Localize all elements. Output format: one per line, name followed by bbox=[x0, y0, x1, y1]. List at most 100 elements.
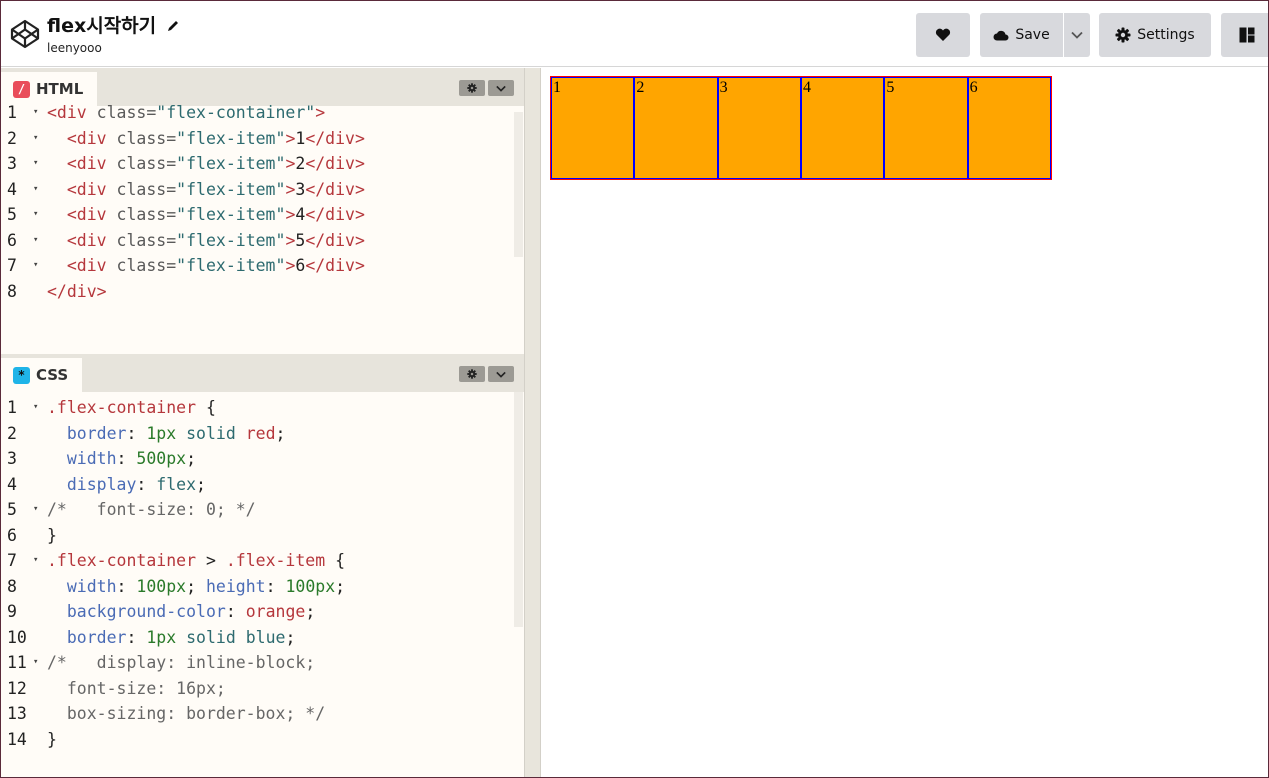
code-token: .flex-item bbox=[225, 551, 326, 570]
fold-arrow-icon[interactable]: ▾ bbox=[33, 202, 38, 228]
code-line[interactable]: 2 border: 1px solid red; bbox=[1, 421, 511, 447]
line-number: 6 bbox=[7, 525, 17, 545]
line-number: 12 bbox=[7, 678, 27, 698]
flex-item: 2 bbox=[634, 77, 718, 179]
code-line[interactable]: 4 ▾ <div class="flex-item">3</div> bbox=[1, 177, 511, 203]
line-number: 2 bbox=[7, 128, 17, 148]
line-number: 3 bbox=[7, 449, 17, 468]
code-token: "flex-container" bbox=[156, 103, 316, 122]
code-token: 1 bbox=[295, 128, 306, 148]
chevron-down-icon bbox=[496, 371, 506, 378]
code-line[interactable]: 10 border: 1px solid blue; bbox=[1, 625, 511, 651]
line-number: 1 bbox=[7, 103, 17, 122]
settings-label: Settings bbox=[1137, 27, 1195, 43]
code-text: <div class="flex-item">5</div> bbox=[47, 228, 365, 254]
editor-resize-handle[interactable] bbox=[524, 68, 541, 777]
code-line[interactable]: 14} bbox=[1, 727, 511, 753]
code-text: font-size: 16px; bbox=[47, 676, 226, 702]
css-asterisk-icon: * bbox=[13, 366, 30, 384]
save-button[interactable]: Save bbox=[980, 13, 1063, 57]
save-label: Save bbox=[1015, 27, 1050, 43]
code-token: > bbox=[285, 179, 296, 199]
html-code-editor[interactable]: 1 ▾ <div class= "flex-container" > 2 ▾ <div cl… bbox=[1, 100, 511, 304]
code-line[interactable]: 7 ▾ .flex-container > .flex-item { bbox=[1, 548, 511, 574]
code-line[interactable]: 8 </div> bbox=[1, 279, 511, 305]
code-line[interactable]: 6 ▾ <div class="flex-item">5</div> bbox=[1, 228, 511, 254]
code-text: background-color: orange; bbox=[47, 599, 315, 625]
code-line[interactable]: 5 ▾ <div class="flex-item">4</div> bbox=[1, 202, 511, 228]
flex-item: 1 bbox=[551, 77, 635, 179]
code-line[interactable]: 6} bbox=[1, 523, 511, 549]
css-tab-label: CSS bbox=[36, 366, 69, 384]
code-line[interactable]: 1 ▾ .flex-container { bbox=[1, 395, 511, 421]
fold-arrow-icon[interactable]: ▾ bbox=[33, 650, 38, 676]
fold-arrow-icon[interactable]: ▾ bbox=[33, 548, 38, 574]
code-token: </div> bbox=[305, 256, 365, 275]
code-token: <div bbox=[66, 154, 117, 173]
code-line[interactable]: 2 ▾ <div class="flex-item">1</div> bbox=[1, 126, 511, 152]
fold-arrow-icon[interactable]: ▾ bbox=[33, 177, 38, 203]
code-token: "flex-item" bbox=[176, 154, 286, 173]
code-line[interactable]: 5 ▾ /* font-size: 0; */ bbox=[1, 497, 511, 523]
pen-title[interactable]: flex시작하기 bbox=[47, 11, 156, 38]
code-line[interactable]: 9 background-color: orange; bbox=[1, 599, 511, 625]
css-code-editor[interactable]: 1 ▾ .flex-container {2 border: 1px solid r… bbox=[1, 395, 511, 752]
code-token: ; bbox=[285, 627, 296, 647]
code-line[interactable]: 3 width: 500px; bbox=[1, 446, 511, 472]
code-text: /* display: inline-block; bbox=[47, 650, 315, 676]
code-token: font-size: 16px; bbox=[47, 678, 226, 698]
line-number: 2 bbox=[7, 423, 17, 443]
result-preview[interactable]: 123456 bbox=[542, 68, 1268, 777]
code-token: <div bbox=[66, 256, 117, 275]
code-line[interactable]: 7 ▾ <div class="flex-item">6</div> bbox=[1, 253, 511, 279]
code-line[interactable]: 13 box-sizing: border-box; */ bbox=[1, 701, 511, 727]
fold-arrow-icon[interactable]: ▾ bbox=[33, 126, 38, 152]
code-line[interactable]: 11 ▾ /* display: inline-block; bbox=[1, 650, 511, 676]
codepen-logo-icon[interactable] bbox=[9, 18, 41, 50]
code-line[interactable]: 4 display: flex; bbox=[1, 472, 511, 498]
fold-arrow-icon[interactable]: ▾ bbox=[33, 497, 38, 523]
code-text: border: 1px solid red; bbox=[47, 421, 286, 447]
code-token: 4 bbox=[295, 205, 306, 224]
fold-arrow-icon[interactable]: ▾ bbox=[33, 228, 38, 254]
code-token: } bbox=[47, 729, 57, 749]
html-collapse-button[interactable] bbox=[488, 80, 514, 96]
save-options-button[interactable] bbox=[1064, 13, 1090, 57]
code-token: "flex-item" bbox=[176, 205, 286, 224]
fold-arrow-icon[interactable]: ▾ bbox=[33, 151, 38, 177]
heart-button[interactable] bbox=[916, 13, 970, 57]
flex-item: 4 bbox=[800, 77, 885, 179]
html-settings-button[interactable] bbox=[459, 80, 485, 96]
author-name[interactable]: leenyooo bbox=[47, 41, 180, 55]
change-view-button[interactable] bbox=[1221, 13, 1268, 57]
css-scrollbar[interactable] bbox=[514, 392, 523, 627]
code-line[interactable]: 3 ▾ <div class="flex-item">2</div> bbox=[1, 151, 511, 177]
line-number: 6 bbox=[7, 230, 17, 250]
pencil-icon[interactable] bbox=[166, 19, 180, 33]
fold-arrow-icon[interactable]: ▾ bbox=[33, 253, 38, 279]
code-line[interactable]: 12 font-size: 16px; bbox=[1, 676, 511, 702]
css-collapse-button[interactable] bbox=[488, 366, 514, 382]
code-token: class= bbox=[116, 179, 177, 199]
code-line[interactable]: 8 width: 100px; height: 100px; bbox=[1, 574, 511, 600]
editors-column: / HTML 1 ▾ <div class="flex-container"> 2 ▾ … bbox=[1, 68, 524, 777]
code-token: .flex-container bbox=[47, 398, 197, 417]
code-text: display: flex; bbox=[47, 472, 206, 498]
html-scrollbar[interactable] bbox=[514, 112, 523, 257]
tab-css[interactable]: * CSS bbox=[1, 358, 83, 392]
settings-button[interactable]: Settings bbox=[1099, 13, 1211, 57]
line-number: 7 bbox=[7, 256, 17, 275]
code-token: height bbox=[205, 576, 266, 596]
fold-arrow-icon[interactable]: ▾ bbox=[33, 395, 38, 421]
code-token: : bbox=[265, 576, 286, 596]
css-settings-button[interactable] bbox=[459, 366, 485, 382]
code-line[interactable]: 1 ▾ <div class="flex-container"> bbox=[1, 100, 511, 126]
fold-arrow-icon[interactable]: ▾ bbox=[33, 100, 38, 126]
code-token: orange bbox=[245, 602, 306, 621]
